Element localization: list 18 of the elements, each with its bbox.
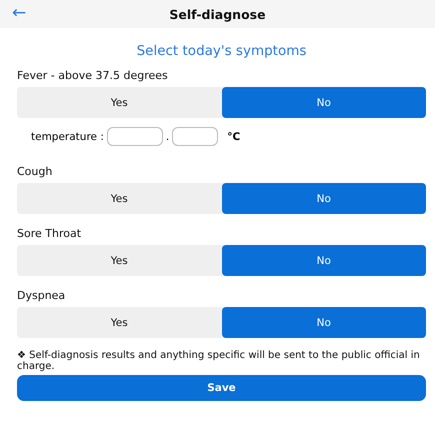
temperature-label: temperature :	[31, 130, 104, 142]
symptom-label: Cough	[17, 165, 54, 178]
section-heading: Select today's symptoms	[136, 43, 308, 59]
symptom-label: Fever - above 37.5 degrees	[17, 69, 169, 82]
temperature-decimal-field[interactable]	[172, 127, 218, 146]
temperature-integer-field[interactable]	[106, 127, 163, 146]
screen-title: Self-diagnose	[169, 6, 266, 22]
symptom-label: Dyspnea	[17, 289, 66, 302]
unit-label: °C	[227, 130, 240, 142]
decimal-point: .	[166, 130, 170, 142]
save-button[interactable]: Save	[17, 375, 426, 401]
option-button[interactable]: No	[222, 245, 426, 276]
back-button[interactable]: ←	[12, 3, 26, 23]
option-button[interactable]: No	[222, 183, 426, 214]
notice-text: ❖ Self-diagnosis results and anything specific will be sent to the public official in charge.	[17, 350, 421, 372]
symptom-label: Sore Throat	[17, 227, 82, 240]
option-button[interactable]: No	[222, 307, 426, 338]
option-button[interactable]: No	[222, 87, 426, 118]
